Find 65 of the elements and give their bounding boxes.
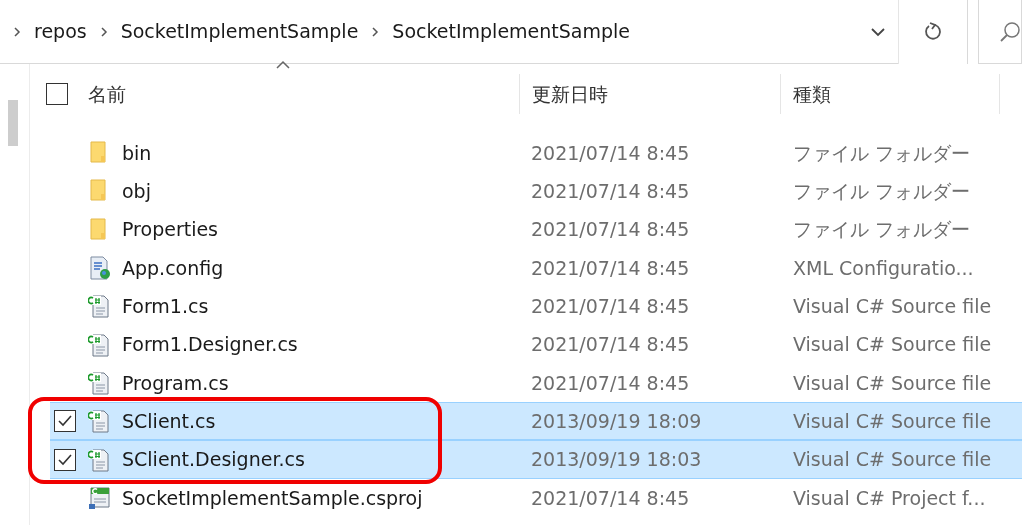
file-type: Visual C# Source file <box>793 295 992 318</box>
file-row[interactable]: Form1.Designer.cs 2021/07/14 8:45 Visual C# Source file <box>50 325 1022 364</box>
scrollbar-thumb[interactable] <box>8 100 18 146</box>
file-row[interactable]: SClient.cs 2013/09/19 18:09 Visual C# Source file <box>50 402 1022 441</box>
file-type: Visual C# Source file <box>793 371 992 394</box>
file-type: ファイル フォルダー <box>793 218 971 241</box>
csharp-file-icon <box>88 408 112 435</box>
file-type: XML Configuratio... <box>793 256 974 279</box>
dropdown-icon[interactable] <box>869 26 886 37</box>
file-row[interactable]: Properties 2021/07/14 8:45 ファイル フォルダー <box>50 210 1022 249</box>
chevron-icon[interactable] <box>98 25 109 38</box>
file-row[interactable]: Form1.cs 2021/07/14 8:45 Visual C# Source file <box>50 287 1022 326</box>
chevron-icon[interactable] <box>370 25 381 38</box>
csharp-file-icon <box>88 331 112 358</box>
file-name: Program.cs <box>122 370 229 396</box>
file-type: ファイル フォルダー <box>793 180 971 203</box>
column-header[interactable]: 名前 <box>88 79 126 109</box>
row-checkbox[interactable] <box>54 448 76 471</box>
breadcrumb-item[interactable]: SocketImplementSample <box>384 17 638 46</box>
breadcrumb-item[interactable]: SocketImplementSample <box>112 17 367 46</box>
modified-date: 2021/07/14 8:45 <box>531 486 690 509</box>
file-name: Properties <box>122 217 219 243</box>
modified-date: 2021/07/14 8:45 <box>531 141 690 164</box>
row-checkbox[interactable] <box>54 410 76 433</box>
csharp-file-icon <box>88 446 112 473</box>
config-file-icon <box>88 255 112 282</box>
modified-date: 2013/09/19 18:09 <box>531 409 702 432</box>
breadcrumb-item[interactable]: repos <box>26 17 95 46</box>
file-type: Visual C# Source file <box>793 333 992 356</box>
modified-date: 2021/07/14 8:45 <box>531 218 690 241</box>
file-type: Visual C# Source file <box>793 409 992 432</box>
search-icon[interactable] <box>999 20 1021 43</box>
file-name: bin <box>122 140 152 166</box>
file-type: Visual C# Source file <box>793 448 992 471</box>
chevron-icon[interactable] <box>12 25 22 38</box>
file-type: ファイル フォルダー <box>793 141 971 164</box>
file-name: SClient.cs <box>122 408 216 434</box>
file-name: SocketImplementSample.csproj <box>122 485 423 511</box>
file-row[interactable]: obj 2021/07/14 8:45 ファイル フォルダー <box>50 172 1022 211</box>
file-row[interactable]: Program.cs 2021/07/14 8:45 Visual C# Source file <box>50 363 1022 403</box>
modified-date: 2021/07/14 8:45 <box>531 180 690 203</box>
file-name: Form1.cs <box>122 294 209 320</box>
modified-date: 2021/07/14 8:45 <box>531 256 690 279</box>
modified-date: 2021/07/14 8:45 <box>531 371 690 394</box>
checkmark-icon <box>57 452 73 467</box>
file-type: Visual C# Project f... <box>793 486 986 509</box>
project-file-icon <box>88 484 112 511</box>
file-row[interactable]: bin 2021/07/14 8:45 ファイル フォルダー <box>50 134 1022 173</box>
column-header[interactable]: 更新日時 <box>532 79 608 109</box>
file-name: App.config <box>122 255 224 281</box>
csharp-file-icon <box>88 369 112 396</box>
modified-date: 2021/07/14 8:45 <box>531 295 690 318</box>
file-row[interactable]: SocketImplementSample.csproj 2021/07/14 8:45 Visual C# Project f... <box>50 478 1022 517</box>
file-row[interactable]: App.config 2021/07/14 8:45 XML Configuratio... <box>50 248 1022 288</box>
modified-date: 2021/07/14 8:45 <box>531 333 690 356</box>
refresh-icon[interactable] <box>923 22 942 42</box>
checkmark-icon <box>57 414 73 429</box>
csharp-file-icon <box>88 293 112 320</box>
file-name: obj <box>122 179 151 205</box>
select-all-checkbox[interactable] <box>46 83 68 105</box>
column-header[interactable]: 種類 <box>793 79 831 109</box>
file-name: SClient.Designer.cs <box>122 447 305 473</box>
modified-date: 2013/09/19 18:03 <box>531 448 702 471</box>
file-name: Form1.Designer.cs <box>122 332 298 358</box>
file-row[interactable]: SClient.Designer.cs 2013/09/19 18:03 Visual C# Source file <box>50 440 1022 479</box>
